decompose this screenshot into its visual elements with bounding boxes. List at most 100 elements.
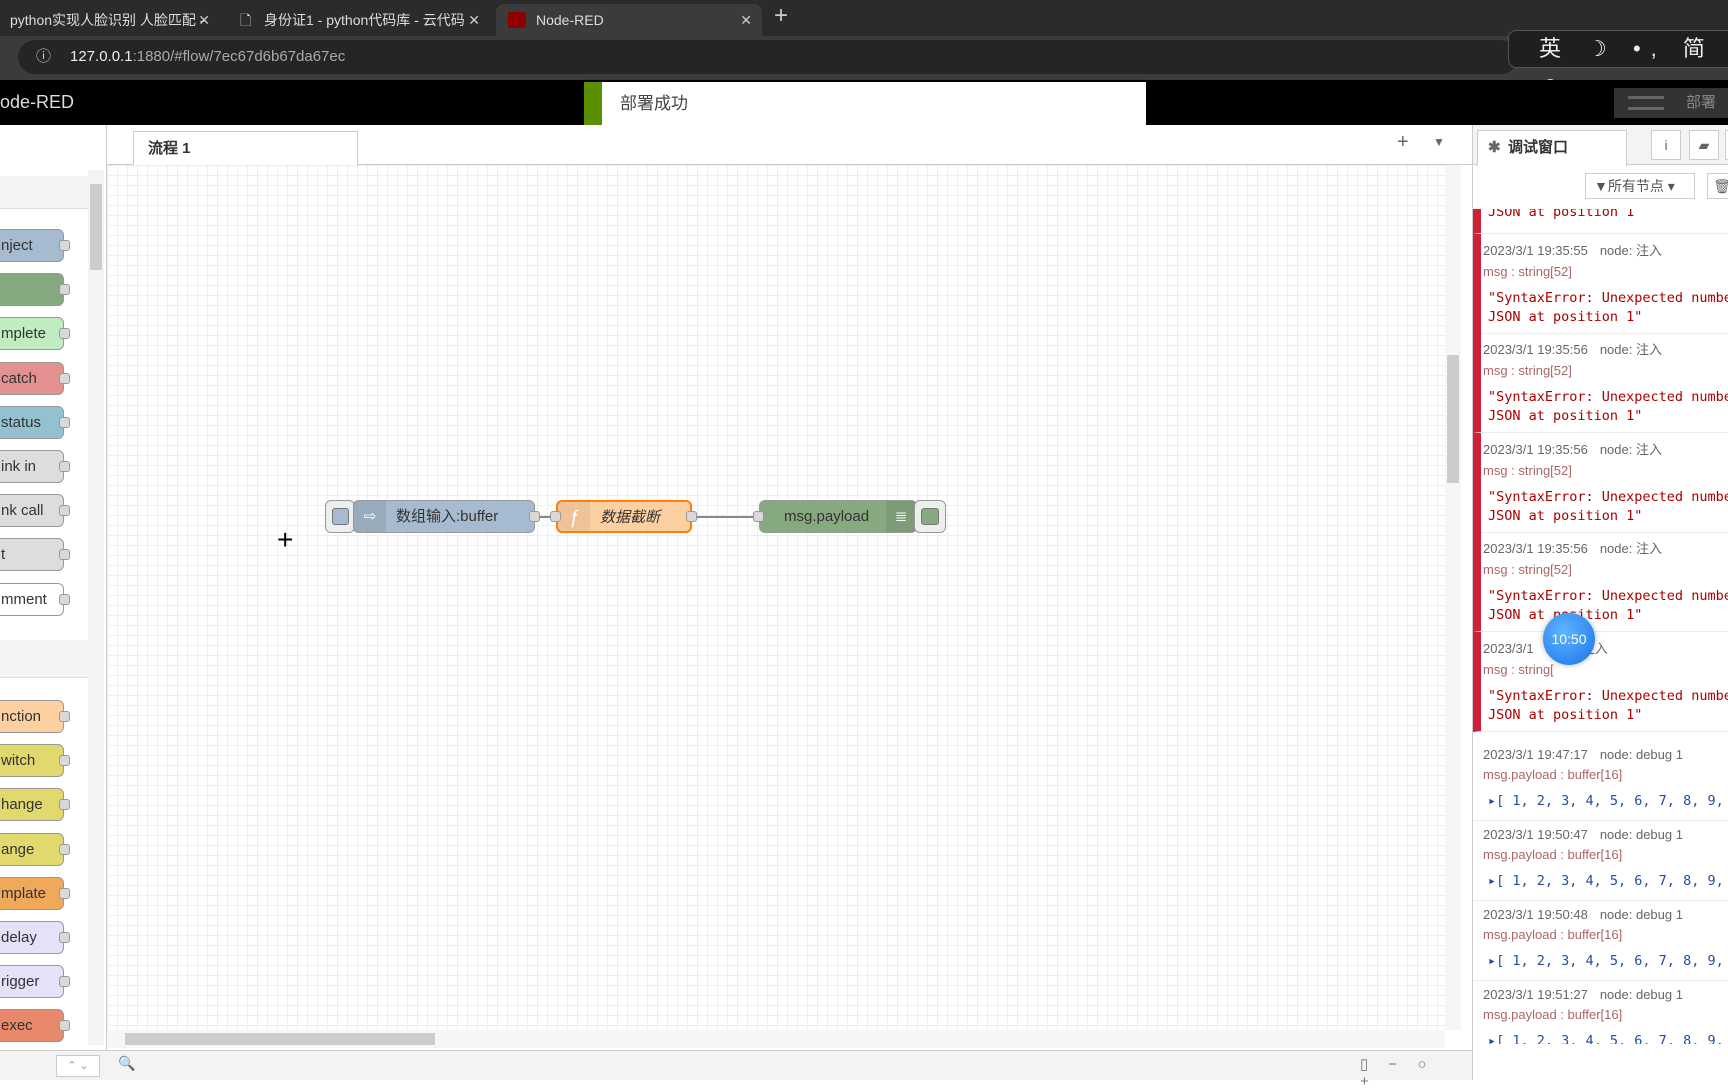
palette-node[interactable]: status — [0, 405, 70, 439]
add-flow-button[interactable]: + — [1397, 131, 1409, 154]
debug-message[interactable]: 2023/3/1 19:51:27 node: debug 1 msg.payloa… — [1473, 981, 1728, 1044]
message-node[interactable]: node: 注入 — [1600, 243, 1662, 258]
node-label: 数据截断 — [600, 509, 661, 526]
new-tab-button[interactable]: + — [774, 2, 788, 30]
close-icon[interactable]: ✕ — [740, 4, 752, 36]
wire[interactable] — [697, 516, 759, 518]
debug-message[interactable]: 2023/3/1 19:47:17 node: debug 1 msg.payloa… — [1473, 741, 1728, 821]
browser-tab[interactable]: 🗋 身份证1 - python代码库 - 云代码 ✕ — [228, 4, 490, 36]
input-port[interactable] — [550, 511, 561, 522]
debug-message[interactable]: 2023/3/1node: 注入 msg : string["SyntaxErro… — [1473, 632, 1728, 732]
message-time: 2023/3/1 — [1483, 641, 1534, 656]
message-node[interactable]: node: debug 1 — [1600, 987, 1683, 1002]
message-type: msg.payload : buffer[16] — [1483, 767, 1623, 782]
debug-message[interactable]: 2023/3/1 19:50:47 node: debug 1 msg.payloa… — [1473, 821, 1728, 901]
message-type: msg : string[52] — [1483, 463, 1572, 478]
ime-toolbar[interactable]: 英 ☽ •, 简 ☺ — [1508, 30, 1728, 97]
message-value[interactable]: "SyntaxError: Unexpected numbe JSON at p… — [1488, 687, 1728, 725]
palette-node-label: witch — [1, 752, 36, 770]
info-tab-button[interactable]: i — [1651, 130, 1681, 160]
search-icon[interactable]: 🔍 — [118, 1055, 135, 1072]
flow-node-function[interactable]: ƒ 数据截断 — [556, 500, 692, 533]
debug-message[interactable]: JSON at position 1 — [1473, 209, 1728, 234]
palette-node[interactable]: catch — [0, 361, 70, 395]
palette-node[interactable]: nject — [0, 229, 70, 262]
debug-message[interactable]: 2023/3/1 19:35:56 node: 注入 msg : string[52… — [1473, 532, 1728, 632]
message-value[interactable]: "SyntaxError: Unexpected numbe JSON at p… — [1488, 388, 1728, 426]
scroll-thumb[interactable] — [90, 184, 102, 270]
deploy-button[interactable]: 部署 — [1614, 88, 1728, 118]
palette-node[interactable]: t — [0, 538, 70, 572]
canvas-hscrollbar[interactable] — [107, 1030, 1445, 1048]
debug-message[interactable]: 2023/3/1 19:50:48 node: debug 1 msg.payloa… — [1473, 901, 1728, 981]
filter-label: 所有节点 — [1607, 178, 1664, 194]
palette-node[interactable]: mplete — [0, 317, 70, 351]
canvas-vscrollbar[interactable] — [1445, 165, 1461, 1030]
debug-message[interactable]: 2023/3/1 19:35:56 node: 注入 msg : string[52… — [1473, 333, 1728, 433]
scroll-thumb[interactable] — [125, 1033, 435, 1045]
tab-debug[interactable]: ✱ 调试窗口 — [1477, 130, 1627, 166]
palette-scrollbar[interactable] — [88, 170, 104, 1045]
close-icon[interactable]: ✕ — [468, 4, 480, 36]
message-value[interactable]: ▸[ 1, 2, 3, 4, 5, 6, 7, 8, 9, — [1488, 1032, 1728, 1044]
url-input[interactable]: ⓘ 127.0.0.1:1880/#flow/7ec67d6b67da67ec — [18, 40, 1518, 74]
palette-node-label: nject — [1, 237, 33, 254]
debug-message-list[interactable]: JSON at position 1 2023/3/1 19:35:55 node:… — [1473, 209, 1728, 1044]
palette-node[interactable]: exec — [0, 1009, 70, 1043]
palette-node[interactable]: hange — [0, 788, 70, 822]
palette-node[interactable] — [0, 273, 70, 307]
palette-node[interactable]: nction — [0, 700, 70, 733]
message-value[interactable]: ▸[ 1, 2, 3, 4, 5, 6, 7, 8, 9, — [1488, 792, 1728, 811]
help-tab-button[interactable]: ▰ — [1689, 130, 1719, 160]
message-node[interactable]: node: debug 1 — [1600, 827, 1683, 842]
debug-message[interactable]: 2023/3/1 19:35:55 node: 注入 msg : string[52… — [1473, 234, 1728, 334]
output-port[interactable] — [686, 511, 697, 522]
zoom-controls[interactable]: ▯ − ○ + — [1360, 1055, 1460, 1090]
inject-button[interactable] — [325, 500, 355, 533]
flow-list-button[interactable]: ▼ — [1433, 135, 1445, 149]
palette-node[interactable]: delay — [0, 921, 70, 954]
palette-category[interactable] — [0, 640, 88, 678]
message-value[interactable]: "SyntaxError: Unexpected numbe JSON at p… — [1488, 289, 1728, 327]
palette-node[interactable]: rigger — [0, 965, 70, 999]
palette-node[interactable]: mplate — [0, 876, 70, 910]
list-icon: ≣ — [886, 501, 916, 532]
browser-tab-active[interactable]: Node-RED ✕ — [496, 4, 762, 36]
message-node[interactable]: node: 注入 — [1600, 342, 1662, 357]
palette-category[interactable] — [0, 176, 88, 209]
palette-node-label: mplete — [1, 325, 47, 343]
debug-message[interactable]: 2023/3/1 19:35:56 node: 注入 msg : string[52… — [1473, 433, 1728, 533]
tab-label: 调试窗口 — [1508, 139, 1569, 156]
scroll-thumb[interactable] — [1447, 355, 1459, 483]
flow-node-debug[interactable]: msg.payload ≣ — [759, 500, 917, 533]
trash-icon[interactable]: 🗑 — [1707, 173, 1728, 199]
tab-flow-1[interactable]: 流程 1 — [133, 131, 358, 166]
message-time: 2023/3/1 19:47:17 — [1483, 747, 1588, 762]
palette-node[interactable]: mment — [0, 582, 70, 616]
app-title: ode-RED — [0, 92, 75, 112]
palette-node[interactable]: ink in — [0, 450, 70, 483]
message-node[interactable]: node: 注入 — [1600, 541, 1662, 556]
palette-node[interactable]: ange — [0, 832, 70, 866]
floating-clock-widget[interactable]: 10:50 — [1543, 613, 1595, 665]
message-node[interactable]: node: debug 1 — [1600, 747, 1683, 762]
flow-canvas[interactable] — [107, 165, 1447, 1030]
flow-node-inject[interactable]: ⇨ 数组输入:buffer — [353, 500, 535, 533]
message-node[interactable]: node: 注入 — [1600, 442, 1662, 457]
output-port[interactable] — [529, 511, 540, 522]
message-value[interactable]: ▸[ 1, 2, 3, 4, 5, 6, 7, 8, 9, — [1488, 872, 1728, 891]
message-node[interactable]: node: debug 1 — [1600, 907, 1683, 922]
palette-node-label: nction — [1, 708, 42, 725]
close-icon[interactable]: ✕ — [198, 4, 210, 36]
palette-node[interactable]: witch — [0, 744, 70, 778]
message-value[interactable]: ▸[ 1, 2, 3, 4, 5, 6, 7, 8, 9, — [1488, 952, 1728, 971]
debug-toggle-button[interactable] — [914, 500, 946, 533]
message-type: msg.payload : buffer[16] — [1483, 847, 1623, 862]
palette-node[interactable]: nk call — [0, 494, 70, 528]
message-value[interactable]: "SyntaxError: Unexpected numbe JSON at p… — [1488, 488, 1728, 526]
input-port[interactable] — [753, 511, 764, 522]
browser-tab[interactable]: python实现人脸识别 人脸匹配 - ✕ — [0, 4, 220, 36]
message-value[interactable]: "SyntaxError: Unexpected numbe JSON at p… — [1488, 587, 1728, 625]
node-filter-dropdown[interactable]: ▼所有节点 ▾ — [1585, 173, 1695, 199]
palette-collapse-buttons[interactable]: ⌃ ⌄ — [56, 1055, 100, 1077]
